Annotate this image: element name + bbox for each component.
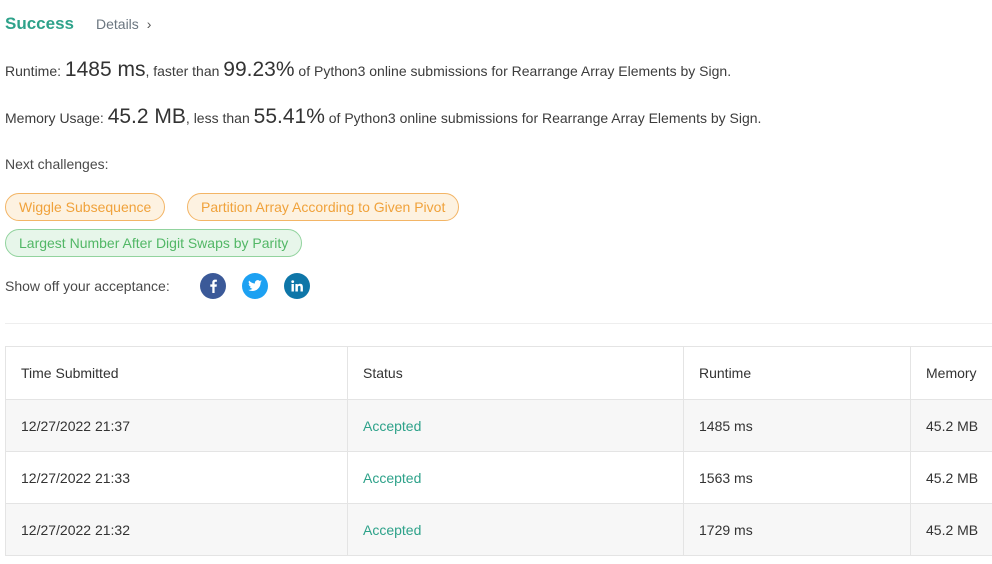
memory-suffix: of Python3 online submissions for Rearra… xyxy=(328,110,762,126)
chevron-right-icon: › xyxy=(146,16,152,32)
linkedin-icon[interactable] xyxy=(283,273,310,299)
table-row: 12/27/2022 21:33 Accepted 1563 ms 45.2 M… xyxy=(6,452,992,504)
memory-cell: 45.2 MB xyxy=(926,469,979,486)
submission-result-page: Success Details › Runtime: 1485 ms, fast… xyxy=(0,0,992,564)
column-header-memory[interactable]: Memory xyxy=(911,347,992,399)
details-label: Details xyxy=(96,16,139,32)
status-link[interactable]: Accepted xyxy=(363,470,421,486)
column-header-time[interactable]: Time Submitted xyxy=(6,347,348,399)
status-link[interactable]: Accepted xyxy=(363,418,421,434)
section-divider xyxy=(5,323,992,324)
status-cell: Accepted xyxy=(348,504,684,555)
runtime-cell: 1485 ms xyxy=(684,400,911,451)
runtime-suffix: of Python3 online submissions for Rearra… xyxy=(298,63,732,79)
memory-cell: 45.2 MB xyxy=(926,417,979,434)
status-cell: Accepted xyxy=(348,452,684,503)
twitter-icon[interactable] xyxy=(241,273,268,299)
next-challenges-label: Next challenges: xyxy=(5,156,109,172)
challenge-pill-largest-number[interactable]: Largest Number After Digit Swaps by Pari… xyxy=(5,229,303,257)
memory-comparison: , less than xyxy=(185,110,250,126)
runtime-label: Runtime: xyxy=(5,63,62,79)
memory-cell: 45.2 MB xyxy=(926,521,979,538)
time-submitted-cell: 12/27/2022 21:37 xyxy=(6,400,348,451)
runtime-comparison: , faster than xyxy=(145,63,220,79)
success-status: Success xyxy=(5,14,74,33)
memory-value: 45.2 MB xyxy=(107,105,186,128)
details-link[interactable]: Details › xyxy=(96,16,151,32)
table-row: 12/27/2022 21:32 Accepted 1729 ms 45.2 M… xyxy=(6,504,992,556)
memory-summary: Memory Usage: 45.2 MB, less than 55.41% … xyxy=(5,105,761,129)
status-link[interactable]: Accepted xyxy=(363,522,421,538)
share-section: Show off your acceptance: xyxy=(5,272,310,300)
column-header-status[interactable]: Status xyxy=(348,347,684,399)
runtime-cell: 1563 ms xyxy=(684,452,911,503)
result-header: Success Details › xyxy=(5,12,151,36)
runtime-percent: 99.23% xyxy=(223,58,295,81)
runtime-summary: Runtime: 1485 ms, faster than 99.23% of … xyxy=(5,58,731,82)
memory-label: Memory Usage: xyxy=(5,110,104,126)
memory-percent: 55.41% xyxy=(253,105,325,128)
column-header-runtime[interactable]: Runtime xyxy=(684,347,911,399)
challenge-pill-wiggle-subsequence[interactable]: Wiggle Subsequence xyxy=(5,193,166,221)
share-label: Show off your acceptance: xyxy=(5,278,170,294)
facebook-icon[interactable] xyxy=(199,273,226,299)
runtime-value: 1485 ms xyxy=(64,58,146,81)
time-submitted-cell: 12/27/2022 21:33 xyxy=(6,452,348,503)
status-cell: Accepted xyxy=(348,400,684,451)
time-submitted-cell: 12/27/2022 21:32 xyxy=(6,504,348,555)
runtime-cell: 1729 ms xyxy=(684,504,911,555)
submissions-table: Time Submitted Status Runtime Memory 12/… xyxy=(5,346,992,556)
table-header-row: Time Submitted Status Runtime Memory xyxy=(6,347,992,400)
challenge-pill-partition-array[interactable]: Partition Array According to Given Pivot xyxy=(187,193,460,221)
table-row: 12/27/2022 21:37 Accepted 1485 ms 45.2 M… xyxy=(6,400,992,452)
